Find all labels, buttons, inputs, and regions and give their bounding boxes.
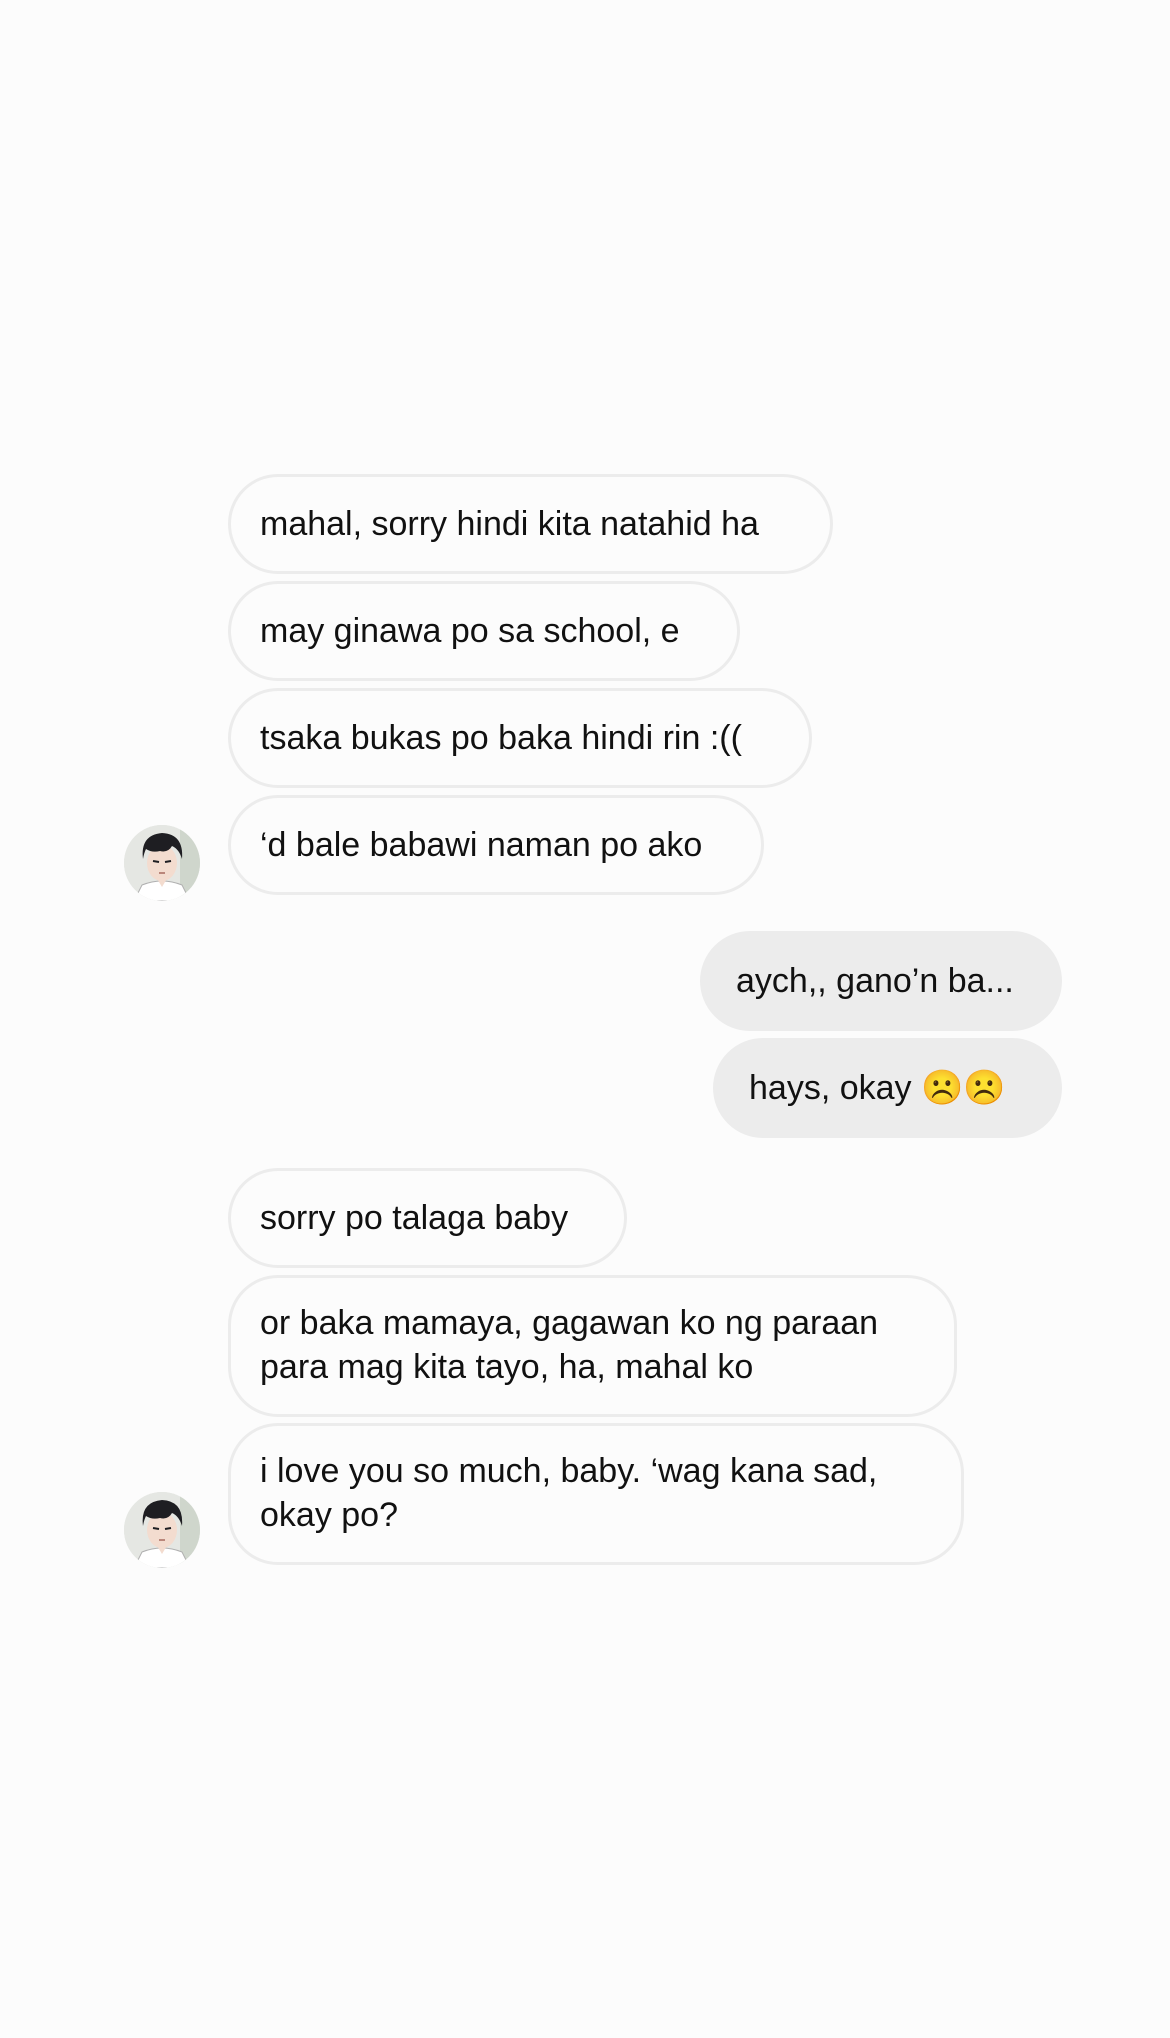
sender-avatar[interactable] bbox=[124, 1492, 200, 1568]
message-text: ‘d bale babawi naman po ako bbox=[260, 826, 703, 864]
message-text: aych,, gano’n ba... bbox=[736, 962, 1014, 1000]
anime-boy-avatar-icon bbox=[124, 1492, 200, 1568]
incoming-message[interactable]: sorry po talaga baby bbox=[228, 1168, 627, 1268]
message-text: sorry po talaga baby bbox=[260, 1199, 569, 1237]
incoming-message[interactable]: ‘d bale babawi naman po ako bbox=[228, 795, 764, 895]
outgoing-message[interactable]: aych,, gano’n ba... bbox=[700, 931, 1062, 1031]
message-text: i love you so much, baby. ‘wag kana sad,… bbox=[260, 1452, 878, 1534]
incoming-message[interactable]: i love you so much, baby. ‘wag kana sad,… bbox=[228, 1423, 964, 1565]
incoming-message[interactable]: or baka mamaya, gagawan ko ng paraan par… bbox=[228, 1275, 957, 1417]
message-text: hays, okay ☹️☹️ bbox=[749, 1069, 1006, 1107]
incoming-message[interactable]: may ginawa po sa school, e bbox=[228, 581, 740, 681]
incoming-message[interactable]: mahal, sorry hindi kita natahid ha bbox=[228, 474, 833, 574]
anime-boy-avatar-icon bbox=[124, 825, 200, 901]
message-text: mahal, sorry hindi kita natahid ha bbox=[260, 505, 759, 543]
incoming-message[interactable]: tsaka bukas po baka hindi rin :(( bbox=[228, 688, 812, 788]
message-text: or baka mamaya, gagawan ko ng paraan par… bbox=[260, 1304, 879, 1386]
sender-avatar[interactable] bbox=[124, 825, 200, 901]
message-text: may ginawa po sa school, e bbox=[260, 612, 680, 650]
message-text: tsaka bukas po baka hindi rin :(( bbox=[260, 719, 742, 757]
outgoing-message[interactable]: hays, okay ☹️☹️ bbox=[713, 1038, 1062, 1138]
